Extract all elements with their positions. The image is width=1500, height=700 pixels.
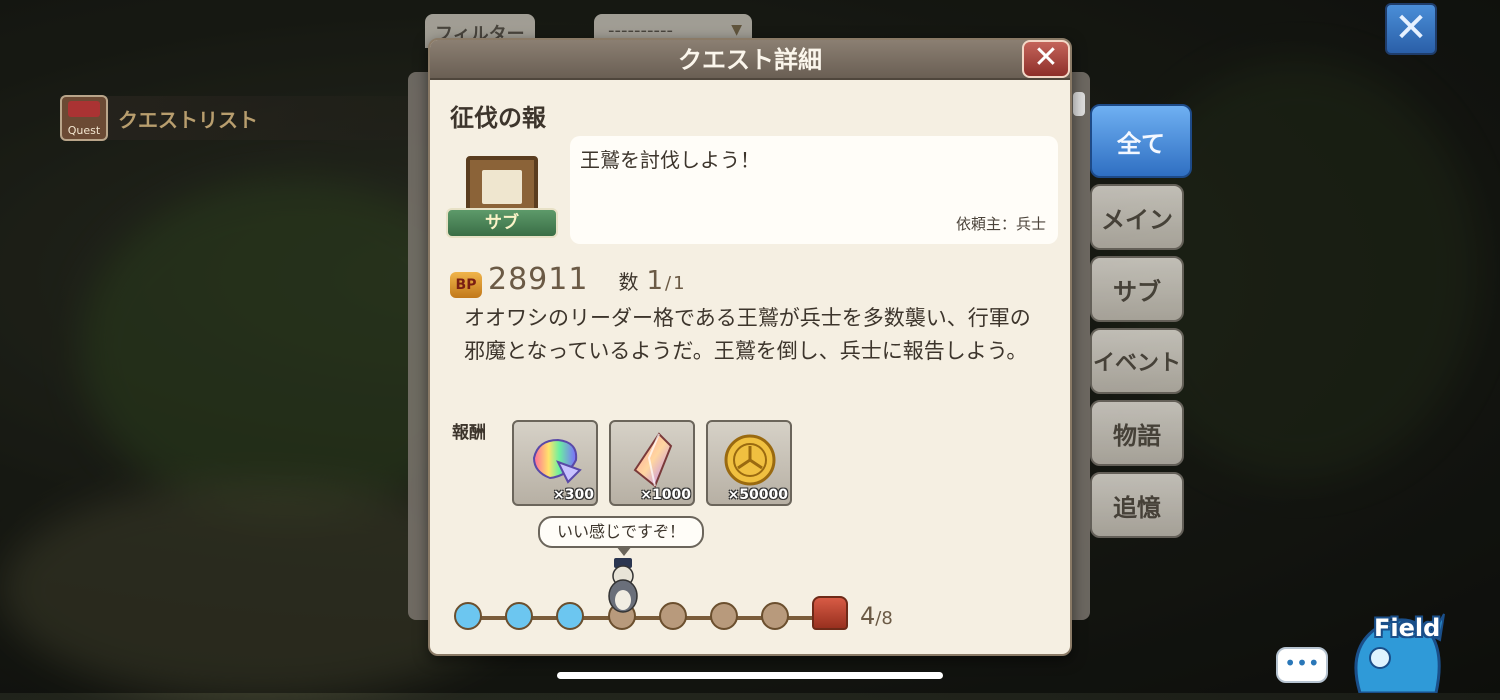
treasure-chest-icon xyxy=(812,596,848,630)
tab-all[interactable]: 全て xyxy=(1090,104,1192,178)
modal-close-button[interactable]: ✕ xyxy=(1022,40,1070,78)
bp-row: BP 28911 数 1 / 1 xyxy=(450,262,685,298)
chat-icon: ••• xyxy=(1284,651,1320,675)
quest-list-title: クエストリスト xyxy=(118,107,258,132)
count-current: 1 xyxy=(646,266,663,296)
tab-main[interactable]: メイン xyxy=(1090,184,1184,250)
quest-list-header: Quest クエストリスト xyxy=(60,95,420,141)
mascot-character-icon xyxy=(608,558,638,613)
quest-description: オオワシのリーダー格である王鷲が兵士を多数襲い、行軍の邪魔となっているようだ。王… xyxy=(464,306,1031,363)
scrollbar-thumb[interactable] xyxy=(1073,92,1085,116)
tab-sub[interactable]: サブ xyxy=(1090,256,1184,322)
gold-coin-icon xyxy=(724,434,776,486)
modal-title: クエスト詳細 xyxy=(430,40,1070,80)
close-icon: ✕ xyxy=(1033,40,1059,75)
category-tabs: 全て メイン サブ イベント 物語 追憶 xyxy=(1090,104,1192,544)
close-icon: ✕ xyxy=(1394,5,1428,51)
bp-icon: BP xyxy=(450,272,482,298)
count-label: 数 xyxy=(618,270,639,294)
progress-step-done xyxy=(505,602,533,630)
progress-total: 8 xyxy=(881,608,893,629)
quest-type-badge: サブ xyxy=(446,208,558,238)
close-screen-button[interactable]: ✕ xyxy=(1385,3,1437,55)
count-total: 1 xyxy=(673,273,685,294)
tab-story[interactable]: 物語 xyxy=(1090,400,1184,466)
chevron-down-icon: ▼ xyxy=(731,22,742,38)
tab-memory[interactable]: 追憶 xyxy=(1090,472,1184,538)
count-separator: / xyxy=(664,273,672,294)
progress-step-done xyxy=(454,602,482,630)
rainbow-gem-icon xyxy=(532,438,582,484)
reward-item-coin[interactable]: ×50000 xyxy=(706,420,792,506)
bp-value: 28911 xyxy=(488,262,589,297)
reward-qty: ×300 xyxy=(553,487,594,503)
reward-qty: ×50000 xyxy=(727,487,788,503)
progress-current: 4 xyxy=(860,602,876,630)
crystal-icon xyxy=(633,432,673,488)
progress-step-pending xyxy=(761,602,789,630)
field-button-label: Field xyxy=(1374,614,1441,642)
progress-step-pending xyxy=(710,602,738,630)
progress-step-done xyxy=(556,602,584,630)
sub-quest-board-icon: サブ xyxy=(446,152,560,248)
reward-item-gem[interactable]: ×300 xyxy=(512,420,598,506)
quest-name: 征伐の報 xyxy=(450,104,546,132)
reward-item-crystal[interactable]: ×1000 xyxy=(609,420,695,506)
chat-button[interactable]: ••• xyxy=(1276,647,1328,683)
home-indicator[interactable] xyxy=(557,672,943,679)
progress-step-pending xyxy=(659,602,687,630)
quest-board-icon: Quest xyxy=(60,95,108,141)
quest-client: 依頼主：兵士 xyxy=(955,215,1046,233)
reward-label: 報酬 xyxy=(452,423,486,443)
quest-message: 王鷲を討伐しよう！ xyxy=(580,148,760,172)
mascot-speech-bubble: いい感じですぞ！ xyxy=(538,516,704,548)
quest-message-box: 王鷲を討伐しよう！ 依頼主：兵士 xyxy=(570,136,1058,244)
progress-counter: 4/8 xyxy=(860,602,893,630)
quest-icon-label: Quest xyxy=(67,124,101,137)
reward-qty: ×1000 xyxy=(640,487,691,503)
tab-event[interactable]: イベント xyxy=(1090,328,1184,394)
quest-detail-modal: クエスト詳細 ✕ 征伐の報 サブ 王鷲を討伐しよう！ 依頼主：兵士 BP 289… xyxy=(428,38,1072,656)
speech-tail xyxy=(616,546,632,556)
